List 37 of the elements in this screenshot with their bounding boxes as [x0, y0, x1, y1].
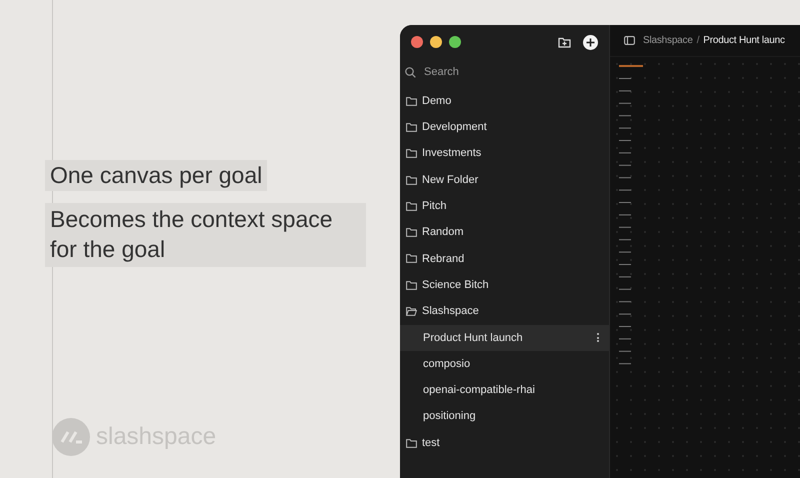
folder-item[interactable]: Random	[400, 219, 609, 246]
folder-item[interactable]: Demo	[400, 88, 609, 114]
folder-icon	[406, 254, 417, 264]
folder-item[interactable]: Rebrand	[400, 246, 609, 272]
breadcrumb-item: Product Hunt launc	[703, 34, 785, 48]
breadcrumb-separator: /	[696, 34, 700, 48]
canvas-item[interactable]: positioning	[400, 404, 609, 430]
folder-icon	[406, 228, 417, 238]
folder-item[interactable]: Pitch	[400, 193, 609, 220]
folder-icon	[406, 438, 417, 448]
sidebar-toggle-icon[interactable]	[624, 36, 635, 45]
folder-icon	[406, 122, 417, 132]
search-field[interactable]: Search	[424, 64, 594, 80]
new-folder-icon[interactable]	[558, 36, 571, 48]
caption: One canvas per goal	[45, 160, 268, 191]
breadcrumb-item[interactable]: Slashspace	[643, 33, 693, 48]
folder-icon	[406, 96, 417, 106]
folder-item[interactable]: Development	[400, 114, 609, 141]
minimize-window-icon[interactable]	[430, 36, 442, 48]
folder-item[interactable]: Slashspace	[400, 298, 609, 325]
search-icon	[405, 66, 416, 78]
zoom-window-icon[interactable]	[449, 36, 461, 48]
folder-item[interactable]: New Folder	[400, 166, 609, 194]
canvas-item[interactable]: Product Hunt launch	[400, 324, 609, 351]
folder-item[interactable]: Investments	[400, 140, 609, 167]
folder-icon	[406, 149, 417, 158]
folder-item[interactable]: Science Bitch	[400, 272, 609, 298]
canvas-item[interactable]: openai-compatible-rhai	[400, 377, 609, 404]
folder-icon	[406, 280, 417, 290]
open-folder-icon	[406, 307, 417, 316]
caption: Becomes the context space for the goal	[45, 203, 366, 267]
canvas-item[interactable]: composio	[400, 350, 609, 378]
folder-item[interactable]: test	[400, 430, 609, 456]
folder-icon	[406, 176, 417, 185]
folder-icon	[406, 202, 417, 211]
add-icon[interactable]	[583, 34, 598, 50]
close-window-icon[interactable]	[411, 36, 423, 48]
